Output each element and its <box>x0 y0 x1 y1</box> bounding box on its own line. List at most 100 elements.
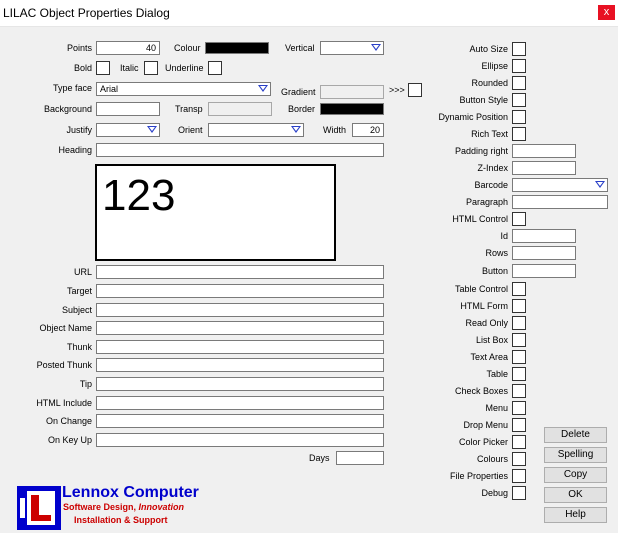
gradient-input[interactable] <box>320 85 384 99</box>
field-input[interactable] <box>96 321 384 335</box>
field-input[interactable] <box>96 284 384 298</box>
text-preview: 123 <box>95 164 336 261</box>
italic-checkbox[interactable] <box>144 61 158 75</box>
logo-tagline-a: Software Design, <box>63 502 137 512</box>
field-label: URL <box>73 267 92 277</box>
orient-select[interactable] <box>208 123 304 137</box>
bold-checkbox[interactable] <box>96 61 110 75</box>
field-input[interactable] <box>96 396 384 410</box>
colour-label: Colour <box>174 43 201 53</box>
barcode-select[interactable] <box>512 178 608 192</box>
option-checkbox[interactable] <box>512 401 526 415</box>
field-input[interactable] <box>96 358 384 372</box>
field-input[interactable] <box>96 340 384 354</box>
option-checkbox[interactable] <box>512 42 526 56</box>
option-checkbox[interactable] <box>512 299 526 313</box>
heading-label: Heading <box>58 145 92 155</box>
points-input[interactable]: 40 <box>96 41 160 55</box>
justify-select[interactable] <box>96 123 160 137</box>
typeface-label: Type face <box>52 83 92 93</box>
padding-right-input[interactable] <box>512 144 576 158</box>
border-swatch[interactable] <box>320 103 384 115</box>
close-button[interactable]: x <box>598 5 615 20</box>
typeface-select[interactable]: Arial <box>96 82 271 96</box>
days-label: Days <box>309 453 330 463</box>
option-checkbox[interactable] <box>512 435 526 449</box>
option-checkbox[interactable] <box>512 127 526 141</box>
help-button[interactable]: Help <box>544 507 607 523</box>
points-label: Points <box>66 43 92 53</box>
field-input[interactable] <box>96 414 384 428</box>
option-checkbox[interactable] <box>512 452 526 466</box>
field-input[interactable] <box>96 265 384 279</box>
button-field-label: Button <box>481 266 508 276</box>
button-input[interactable] <box>512 264 576 278</box>
field-label: On Change <box>45 416 92 426</box>
option-label: Button Style <box>459 95 508 105</box>
underline-label: Underline <box>165 63 204 73</box>
field-label: Tip <box>79 379 92 389</box>
option-label: Rounded <box>471 78 508 88</box>
heading-input[interactable] <box>96 143 384 157</box>
html-control-checkbox[interactable] <box>512 212 526 226</box>
field-label: Target <box>66 286 92 296</box>
padding-right-label: Padding right <box>454 146 508 156</box>
option-checkbox[interactable] <box>512 469 526 483</box>
option-label: Color Picker <box>458 437 508 447</box>
option-checkbox[interactable] <box>512 76 526 90</box>
option-label: Table <box>486 369 508 379</box>
option-checkbox[interactable] <box>512 316 526 330</box>
background-label: Background <box>43 104 92 114</box>
dropdown-arrow-icon <box>258 85 268 92</box>
option-checkbox[interactable] <box>512 282 526 296</box>
option-checkbox[interactable] <box>512 59 526 73</box>
delete-button[interactable]: Delete <box>544 427 607 443</box>
option-label: File Properties <box>449 471 508 481</box>
z-index-input[interactable] <box>512 161 576 175</box>
width-input[interactable]: 20 <box>352 123 384 137</box>
preview-text: 123 <box>102 171 176 220</box>
option-checkbox[interactable] <box>512 418 526 432</box>
colour-swatch[interactable] <box>205 42 269 54</box>
field-label: Thunk <box>66 342 92 352</box>
option-checkbox[interactable] <box>512 333 526 347</box>
option-label: Text Area <box>470 352 508 362</box>
option-label: Menu <box>485 403 508 413</box>
field-input[interactable] <box>96 433 384 447</box>
option-checkbox[interactable] <box>512 350 526 364</box>
paragraph-label: Paragraph <box>465 197 508 207</box>
option-label: Debug <box>481 488 508 498</box>
field-label: Subject <box>61 305 92 315</box>
vertical-select[interactable] <box>320 41 384 55</box>
background-input[interactable] <box>96 102 160 116</box>
field-label: Posted Thunk <box>36 360 92 370</box>
gradient-more-label: >>> <box>389 85 405 95</box>
option-checkbox[interactable] <box>512 110 526 124</box>
option-label: Table Control <box>454 284 508 294</box>
spelling-button[interactable]: Spelling <box>544 447 607 463</box>
lennox-logo-icon <box>17 486 61 530</box>
logo-tagline: Software Design, Innovation <box>63 502 184 512</box>
vertical-label: Vertical <box>285 43 315 53</box>
paragraph-input[interactable] <box>512 195 608 209</box>
ok-button[interactable]: OK <box>544 487 607 503</box>
field-input[interactable] <box>96 303 384 317</box>
id-label: Id <box>500 231 508 241</box>
field-label: Object Name <box>39 323 92 333</box>
option-checkbox[interactable] <box>512 93 526 107</box>
id-input[interactable] <box>512 229 576 243</box>
transp-input[interactable] <box>208 102 272 116</box>
option-label: Auto Size <box>469 44 508 54</box>
days-input[interactable] <box>336 451 384 465</box>
logo-company-name: Lennox Computer <box>62 484 199 501</box>
underline-checkbox[interactable] <box>208 61 222 75</box>
copy-button[interactable]: Copy <box>544 467 607 483</box>
option-checkbox[interactable] <box>512 486 526 500</box>
field-input[interactable] <box>96 377 384 391</box>
gradient-label: Gradient <box>281 87 316 97</box>
option-label: Dynamic Position <box>438 112 508 122</box>
z-index-label: Z-Index <box>477 163 508 173</box>
rows-input[interactable] <box>512 246 576 260</box>
option-checkbox[interactable] <box>512 384 526 398</box>
option-checkbox[interactable] <box>512 367 526 381</box>
